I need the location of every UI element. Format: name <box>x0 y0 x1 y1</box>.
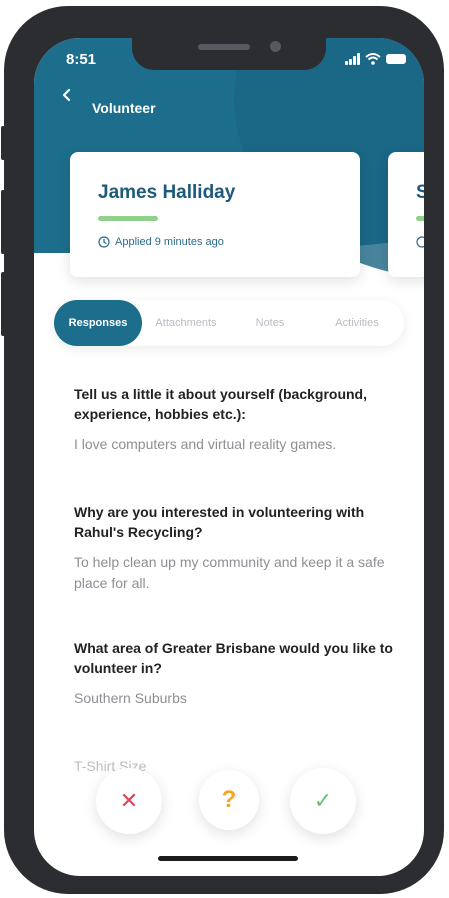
question-text: Tell us a little it about yourself (back… <box>74 386 367 422</box>
checkmark-icon: ✓ <box>313 788 333 814</box>
status-bar-indicator <box>98 216 158 221</box>
tab-activities[interactable]: Activities <box>310 300 404 346</box>
clock-icon <box>416 236 424 248</box>
applicant-name: James Halliday <box>98 182 236 203</box>
page-title: Volunteer <box>92 100 156 116</box>
question-text: Why are you interested in volunteering w… <box>74 504 365 540</box>
tab-attachments[interactable]: Attachments <box>142 300 230 346</box>
answer-text: To help clean up my community and keep i… <box>74 554 385 591</box>
answer-text: I love computers and virtual reality gam… <box>74 436 337 452</box>
back-chevron-icon[interactable] <box>60 88 74 102</box>
signal-icon <box>345 53 360 65</box>
wifi-icon <box>365 53 381 65</box>
query-button[interactable]: ? <box>199 770 259 830</box>
tab-bar: Responses Attachments Notes Activities <box>54 300 404 346</box>
reject-button[interactable]: ✕ <box>96 768 162 834</box>
applied-time-label: Applied 9 minutes ago <box>115 236 224 248</box>
tab-responses[interactable]: Responses <box>54 300 142 346</box>
response-item: What area of Greater Brisbane would you … <box>74 638 394 709</box>
status-time: 8:51 <box>66 51 97 68</box>
response-item: Tell us a little it about yourself (back… <box>74 384 394 455</box>
device-notch <box>132 38 326 70</box>
next-applied-time <box>416 236 424 248</box>
status-icons <box>345 51 406 67</box>
home-indicator <box>158 856 298 861</box>
question-text: What area of Greater Brisbane would you … <box>74 640 393 676</box>
tab-notes[interactable]: Notes <box>230 300 310 346</box>
accept-button[interactable]: ✓ <box>290 768 356 834</box>
next-status-bar-indicator <box>416 216 424 221</box>
answer-text: Southern Suburbs <box>74 690 187 706</box>
question-mark-icon: ? <box>221 786 237 813</box>
next-applicant-name: S <box>416 182 424 203</box>
applicant-card[interactable]: James Halliday Applied 9 minutes ago <box>70 152 360 277</box>
next-applicant-card[interactable]: S <box>388 152 424 277</box>
front-camera <box>270 41 281 52</box>
speaker-grille <box>198 44 250 50</box>
clock-icon <box>98 236 110 248</box>
close-icon: ✕ <box>119 788 139 814</box>
applied-time: Applied 9 minutes ago <box>98 236 224 248</box>
battery-icon <box>386 54 406 64</box>
response-item: Why are you interested in volunteering w… <box>74 502 394 594</box>
action-bar: ✕ ? ✓ <box>34 758 424 838</box>
app-screen: 8:51 Volunteer James Halliday Applied 9 … <box>34 38 424 876</box>
